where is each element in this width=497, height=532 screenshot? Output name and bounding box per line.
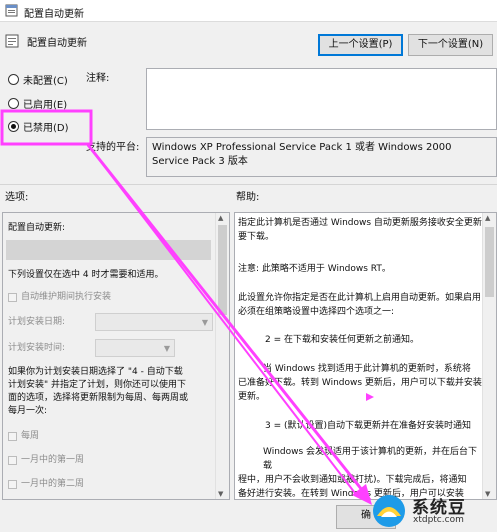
- arrow-head-icon: [352, 484, 372, 505]
- annotation-arrow-shaft: [86, 144, 372, 501]
- watermark-url: xtdptc.com: [413, 515, 464, 525]
- highlight-box: [0, 109, 93, 146]
- cursor-arrow-icon: [366, 393, 374, 401]
- annotation-overlay: [0, 109, 374, 505]
- watermark-logo-icon: [373, 495, 405, 527]
